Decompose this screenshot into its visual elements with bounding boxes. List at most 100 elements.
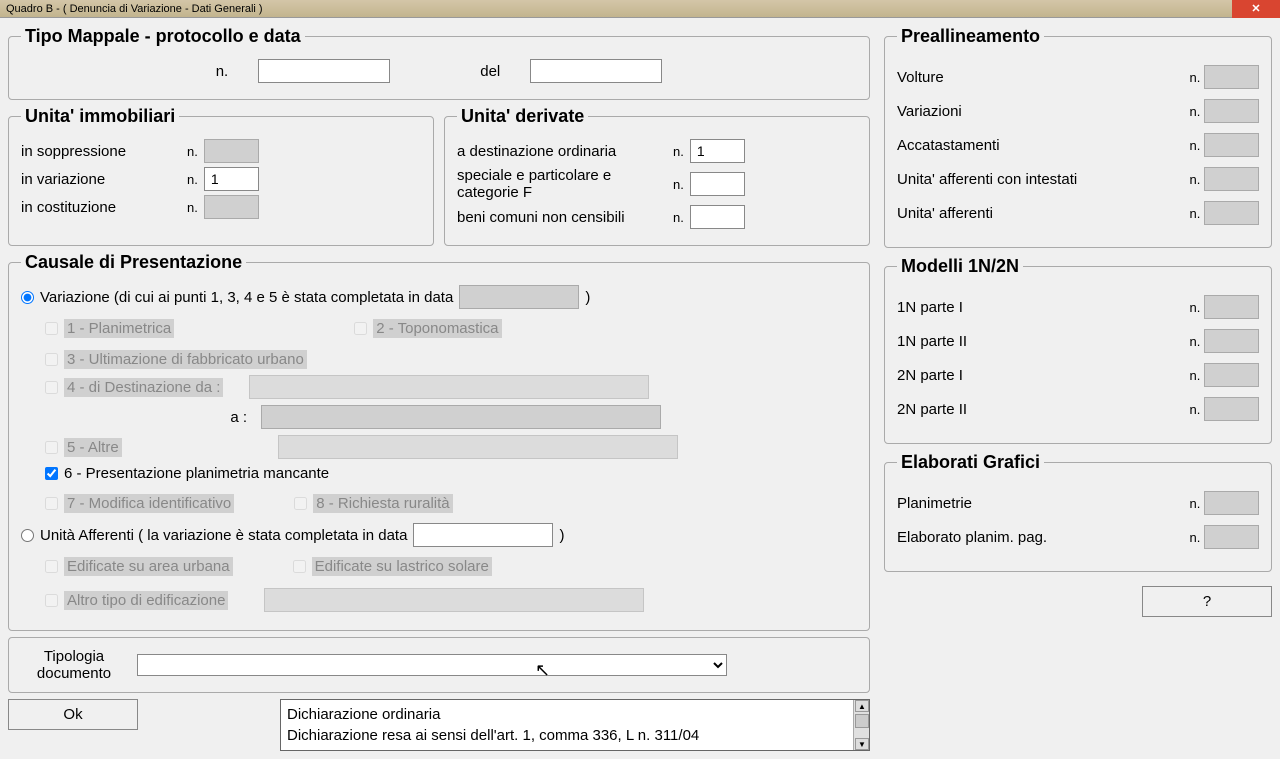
elaborati-legend: Elaborati Grafici — [897, 452, 1044, 473]
unita-derivate-group: Unita' derivate a destinazione ordinaria… — [444, 106, 870, 246]
tipo-mappale-group: Tipo Mappale - protocollo e data n. del — [8, 26, 870, 100]
ua1-checkbox — [45, 560, 58, 573]
pa-variazioni-input — [1204, 99, 1259, 123]
ui-row-label: in variazione — [21, 171, 181, 188]
c5-checkbox — [45, 441, 58, 454]
del-label: del — [480, 63, 500, 80]
c7-checkbox — [45, 497, 58, 510]
unita-derivate-legend: Unita' derivate — [457, 106, 588, 127]
pa-afferenti-intestati-input — [1204, 167, 1259, 191]
ui-n-label: n. — [187, 200, 198, 215]
unita-afferenti-date-input[interactable] — [413, 523, 553, 547]
ui-row-label: in soppressione — [21, 143, 181, 160]
unita-immobiliari-group: Unita' immobiliari in soppressione n. in… — [8, 106, 434, 246]
pa-volture-input — [1204, 65, 1259, 89]
ud-benicomuni-input[interactable] — [690, 205, 745, 229]
pa-label: Unita' afferenti con intestati — [897, 171, 1077, 188]
unita-immobiliari-legend: Unita' immobiliari — [21, 106, 179, 127]
ui-n-label: n. — [187, 172, 198, 187]
pa-label: Variazioni — [897, 103, 962, 120]
c4-from-input — [249, 375, 649, 399]
variazione-radio[interactable] — [21, 291, 34, 304]
unita-afferenti-radio[interactable] — [21, 529, 34, 542]
modelli-group: Modelli 1N/2N 1N parte I n. 1N parte II n.… — [884, 256, 1272, 444]
eg-n: n. — [1190, 496, 1201, 511]
ud-speciale-input[interactable] — [690, 172, 745, 196]
c7-label: 7 - Modifica identificativo — [64, 494, 234, 513]
preallineamento-group: Preallineamento Volture n. Variazioni n. A… — [884, 26, 1272, 248]
pa-label: Volture — [897, 69, 944, 86]
tipologia-group: Tipologia documento — [8, 637, 870, 693]
c8-label: 8 - Richiesta ruralità — [313, 494, 452, 513]
tipologia-dropdown-list[interactable]: Dichiarazione ordinaria Dichiarazione re… — [280, 699, 870, 751]
ud-n-label: n. — [673, 144, 684, 159]
variazione-label: Variazione (di cui ai punti 1, 3, 4 e 5 … — [40, 289, 453, 306]
ok-button[interactable]: Ok — [8, 699, 138, 730]
elaborati-group: Elaborati Grafici Planimetrie n. Elaborat… — [884, 452, 1272, 572]
c2-checkbox — [354, 322, 367, 335]
variazione-close: ) — [585, 289, 590, 306]
c8-checkbox — [294, 497, 307, 510]
ud-n-label: n. — [673, 177, 684, 192]
pa-afferenti-input — [1204, 201, 1259, 225]
dropdown-option[interactable]: Dichiarazione ordinaria — [281, 704, 869, 725]
ua1-label: Edificate su area urbana — [64, 557, 233, 576]
pa-n: n. — [1190, 138, 1201, 153]
variazione-date-input — [459, 285, 579, 309]
c4-to-input — [261, 405, 661, 429]
pa-label: Accatastamenti — [897, 137, 1000, 154]
c4-label: 4 - di Destinazione da : — [64, 378, 223, 397]
scroll-thumb[interactable] — [855, 714, 869, 728]
md-2n-p2-input — [1204, 397, 1259, 421]
eg-label: Elaborato planim. pag. — [897, 529, 1047, 546]
causale-group: Causale di Presentazione Variazione (di … — [8, 252, 870, 631]
ua3-text-input — [264, 588, 644, 612]
md-2n-p1-input — [1204, 363, 1259, 387]
tipologia-label: Tipologia documento — [19, 648, 129, 682]
ui-variazione-input[interactable] — [204, 167, 259, 191]
scroll-up-icon[interactable]: ▲ — [855, 700, 869, 712]
md-label: 1N parte I — [897, 299, 963, 316]
eg-elaborato-input — [1204, 525, 1259, 549]
ud-ordinaria-input[interactable] — [690, 139, 745, 163]
c5-label: 5 - Altre — [64, 438, 122, 457]
ui-soppressione-input — [204, 139, 259, 163]
c6-checkbox[interactable] — [45, 467, 58, 480]
pa-n: n. — [1190, 104, 1201, 119]
unita-afferenti-close: ) — [559, 527, 564, 544]
md-label: 1N parte II — [897, 333, 967, 350]
tipo-mappale-legend: Tipo Mappale - protocollo e data — [21, 26, 305, 47]
eg-planimetrie-input — [1204, 491, 1259, 515]
c4-checkbox — [45, 381, 58, 394]
ud-row-label: speciale e particolare e categorie F — [457, 167, 667, 201]
tipologia-select[interactable] — [137, 654, 727, 676]
ua2-checkbox — [293, 560, 306, 573]
close-button[interactable]: ✕ — [1232, 0, 1280, 18]
md-1n-p2-input — [1204, 329, 1259, 353]
modelli-legend: Modelli 1N/2N — [897, 256, 1023, 277]
window-title: Quadro B - ( Denuncia di Variazione - Da… — [6, 3, 263, 15]
ua2-label: Edificate su lastrico solare — [312, 557, 492, 576]
close-icon: ✕ — [1251, 2, 1260, 15]
eg-n: n. — [1190, 530, 1201, 545]
md-label: 2N parte I — [897, 367, 963, 384]
help-button[interactable]: ? — [1142, 586, 1272, 617]
dropdown-option[interactable]: Dichiarazione resa ai sensi dell'art. 1,… — [281, 725, 869, 746]
protocollo-date-input[interactable] — [530, 59, 662, 83]
unita-afferenti-label: Unità Afferenti ( la variazione è stata … — [40, 527, 407, 544]
ui-row-label: in costituzione — [21, 199, 181, 216]
md-n: n. — [1190, 334, 1201, 349]
scroll-down-icon[interactable]: ▼ — [855, 738, 869, 750]
ui-n-label: n. — [187, 144, 198, 159]
eg-label: Planimetrie — [897, 495, 972, 512]
protocollo-n-input[interactable] — [258, 59, 390, 83]
c1-checkbox — [45, 322, 58, 335]
c3-checkbox — [45, 353, 58, 366]
pa-n: n. — [1190, 172, 1201, 187]
preallineamento-legend: Preallineamento — [897, 26, 1044, 47]
pa-n: n. — [1190, 206, 1201, 221]
ua3-checkbox — [45, 594, 58, 607]
dropdown-scrollbar[interactable]: ▲ ▼ — [853, 700, 869, 750]
ud-n-label: n. — [673, 210, 684, 225]
md-n: n. — [1190, 402, 1201, 417]
